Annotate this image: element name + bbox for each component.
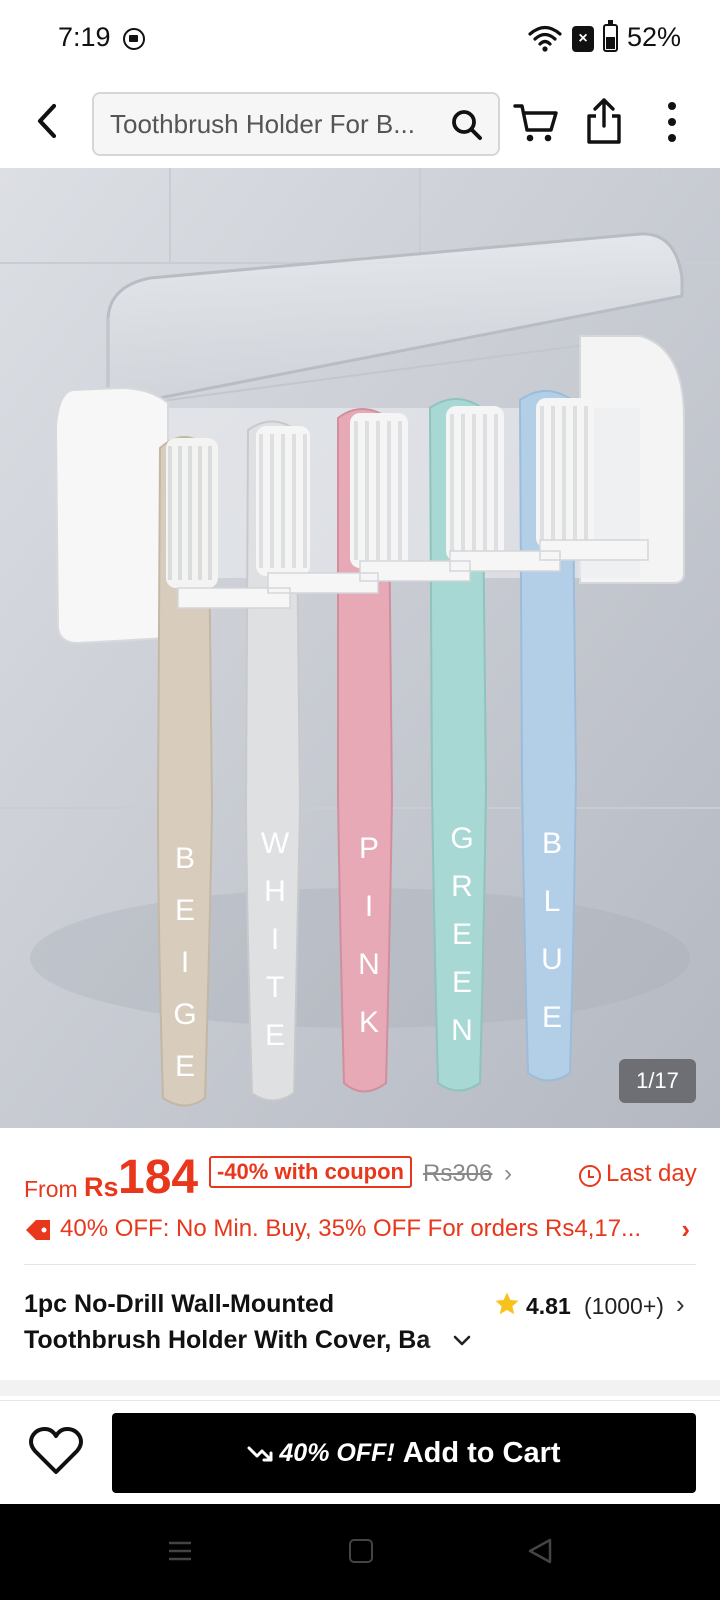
- promo-text[interactable]: 40% OFF: No Min. Buy, 35% OFF For orders…: [60, 1215, 660, 1243]
- bottom-action-bar: 40% OFF! Add to Cart: [0, 1400, 720, 1504]
- add-to-cart-label: Add to Cart: [402, 1437, 561, 1469]
- notification-x-icon: ×: [572, 26, 594, 52]
- battery-icon: [603, 20, 618, 52]
- currency-label: Rs: [84, 1172, 119, 1202]
- screen-record-icon: [123, 28, 145, 50]
- rating-value[interactable]: 4.81: [526, 1293, 571, 1320]
- clock-icon: [579, 1165, 601, 1187]
- trend-down-icon: [247, 1446, 273, 1462]
- system-nav-bar: [0, 1504, 720, 1600]
- product-title-line-2: Toothbrush Holder With Cover, Ba: [24, 1326, 431, 1354]
- from-label: From: [24, 1176, 78, 1202]
- cart-icon[interactable]: [512, 100, 560, 146]
- status-bar: 7:19 × 52%: [0, 0, 720, 78]
- original-price[interactable]: Rs306: [423, 1160, 492, 1188]
- chevron-down-icon[interactable]: [452, 1330, 472, 1350]
- chevron-right-icon[interactable]: ›: [676, 1289, 685, 1320]
- home-icon[interactable]: [349, 1539, 373, 1563]
- toothbrush-holder-illustration: BEIGE WHITE PINK GREEN BLUE: [0, 168, 720, 1128]
- review-count[interactable]: (1000+): [584, 1293, 664, 1320]
- chevron-right-icon[interactable]: ›: [681, 1214, 690, 1245]
- add-to-cart-button[interactable]: 40% OFF! Add to Cart: [112, 1413, 696, 1493]
- price-value: 184: [118, 1151, 199, 1204]
- search-input[interactable]: Toothbrush Holder For B...: [110, 109, 432, 140]
- search-icon[interactable]: [450, 108, 484, 142]
- section-separator: [0, 1380, 720, 1396]
- more-vertical-icon[interactable]: [658, 98, 686, 146]
- star-icon: [495, 1292, 519, 1315]
- product-image[interactable]: BEIGE WHITE PINK GREEN BLUE: [0, 168, 720, 1128]
- status-time: 7:19: [58, 22, 111, 52]
- promo-banner[interactable]: 40% OFF: No Min. Buy, 35% OFF For orders…: [24, 1210, 696, 1250]
- top-header: Toothbrush Holder For B...: [0, 78, 720, 168]
- back-triangle-icon[interactable]: [526, 1537, 554, 1565]
- cart-discount-label: 40% OFF!: [279, 1439, 395, 1467]
- search-bar[interactable]: Toothbrush Holder For B...: [92, 92, 500, 156]
- battery-percent: 52%: [627, 22, 682, 52]
- wifi-icon: [528, 25, 562, 52]
- tag-icon: [26, 1220, 50, 1240]
- heart-icon[interactable]: [28, 1425, 84, 1477]
- product-title-line-1: 1pc No-Drill Wall-Mounted: [24, 1290, 335, 1318]
- divider: [24, 1264, 696, 1265]
- image-counter: 1/17: [619, 1059, 696, 1103]
- back-arrow-icon[interactable]: [26, 96, 70, 146]
- share-icon[interactable]: [584, 96, 624, 146]
- coupon-badge[interactable]: -40% with coupon: [209, 1156, 412, 1188]
- product-title[interactable]: 1pc No-Drill Wall-Mounted Toothbrush Hol…: [24, 1286, 464, 1358]
- last-day-label: Last day: [606, 1160, 697, 1187]
- chevron-right-icon[interactable]: ›: [504, 1160, 512, 1188]
- recent-apps-icon[interactable]: [168, 1540, 192, 1562]
